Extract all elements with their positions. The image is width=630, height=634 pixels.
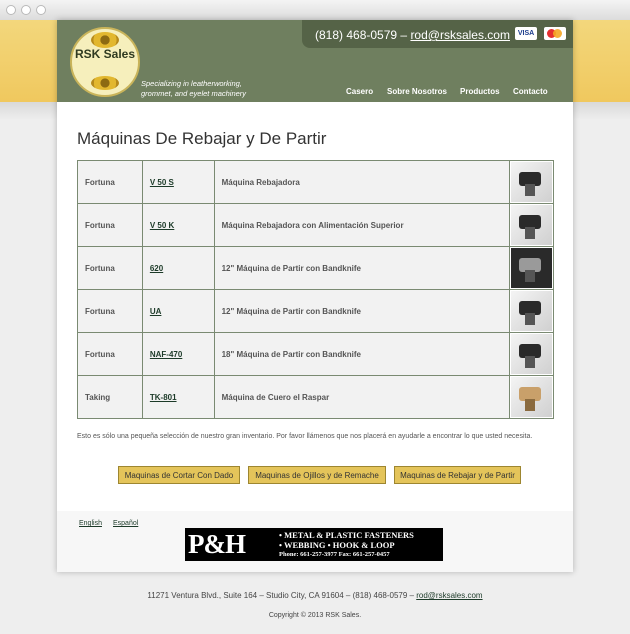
thumbnail-cell — [508, 289, 555, 333]
contact-text: (818) 468-0579 – rod@rsksales.com — [315, 28, 510, 42]
brand-cell: Taking — [77, 375, 143, 419]
minimize-window-icon[interactable] — [21, 5, 31, 15]
nav-productos[interactable]: Productos — [460, 87, 500, 96]
copyright: Copyright © 2013 RSK Sales. — [268, 612, 362, 619]
cortar-con-dado-button[interactable]: Maquinas de Cortar Con Dado — [118, 466, 240, 484]
model-link[interactable]: V 50 K — [150, 221, 174, 230]
email-link[interactable]: rod@rsksales.com — [410, 28, 510, 42]
thumbnail-cell — [508, 246, 555, 290]
brand-cell: Fortuna — [77, 332, 143, 376]
thumbnail-cell — [508, 160, 555, 204]
grommet-icon — [91, 76, 119, 90]
ojillos-remache-button[interactable]: Maquinas de Ojillos y de Remache — [248, 466, 386, 484]
description-cell: 12" Máquina de Partir con Bandknife — [213, 246, 510, 290]
brand-cell: Fortuna — [77, 160, 143, 204]
brand-cell: Fortuna — [77, 203, 143, 247]
model-link[interactable]: UA — [150, 307, 162, 316]
description-cell: 18" Máquina de Partir con Bandknife — [213, 332, 510, 376]
machine-thumbnail[interactable] — [510, 291, 552, 331]
machine-thumbnail[interactable] — [510, 334, 552, 374]
thumbnail-cell — [508, 332, 555, 376]
tagline: Specializing in leatherworking, grommet,… — [141, 79, 271, 99]
tagline-line-1: Specializing in leatherworking, — [141, 79, 242, 88]
site-logo[interactable]: RSK Sales — [70, 27, 140, 97]
site-header: RSK Sales Specializing in leatherworking… — [57, 20, 573, 102]
grommet-icon — [91, 32, 119, 48]
page-title: Máquinas De Rebajar y De Partir — [77, 129, 327, 148]
language-spanish-link[interactable]: Español — [113, 520, 138, 527]
brand-cell: Fortuna — [77, 246, 143, 290]
separator: – — [400, 28, 408, 42]
nav-sobre-nosotros[interactable]: Sobre Nosotros — [387, 87, 447, 96]
description-cell: 12" Máquina de Partir con Bandknife — [213, 289, 510, 333]
model-link[interactable]: TK-801 — [150, 393, 177, 402]
language-english-link[interactable]: English — [79, 520, 102, 527]
machine-thumbnail[interactable] — [510, 377, 552, 417]
description-cell: Máquina Rebajadora con Alimentación Supe… — [213, 203, 510, 247]
mastercard-icon — [544, 27, 566, 40]
ad-line-3: Phone: 661-257-3977 Fax: 661-257-0457 — [279, 551, 390, 558]
model-cell: NAF-470 — [141, 332, 215, 376]
phone-number: (818) 468-0579 — [315, 28, 398, 42]
maximize-window-icon[interactable] — [36, 5, 46, 15]
description-cell: Máquina Rebajadora — [213, 160, 510, 204]
model-link[interactable]: V 50 S — [150, 178, 174, 187]
browser-titlebar — [0, 0, 630, 21]
model-link[interactable]: 620 — [150, 264, 163, 273]
page-panel: RSK Sales Specializing in leatherworking… — [57, 20, 573, 572]
description-cell: Máquina de Cuero el Raspar — [213, 375, 510, 419]
machine-thumbnail[interactable] — [510, 162, 552, 202]
machine-thumbnail[interactable] — [510, 205, 552, 245]
nav-contacto[interactable]: Contacto — [513, 87, 548, 96]
tagline-line-2: grommet, and eyelet machinery — [141, 89, 247, 98]
footer-address: 11271 Ventura Blvd., Suite 164 – Studio … — [0, 591, 630, 600]
table-row: Fortuna 620 12" Máquina de Partir con Ba… — [77, 246, 555, 290]
model-cell: 620 — [141, 246, 215, 290]
table-row: Fortuna UA 12" Máquina de Partir con Ban… — [77, 289, 555, 333]
footer-email-link[interactable]: rod@rsksales.com — [416, 591, 482, 600]
brand-cell: Fortuna — [77, 289, 143, 333]
table-row: Taking TK-801 Máquina de Cuero el Raspar — [77, 375, 555, 419]
thumbnail-cell — [508, 375, 555, 419]
visa-card-icon: VISA — [515, 27, 537, 40]
logo-text: RSK Sales — [74, 47, 136, 61]
thumbnail-cell — [508, 203, 555, 247]
model-link[interactable]: NAF-470 — [150, 350, 182, 359]
address-text: 11271 Ventura Blvd., Suite 164 – Studio … — [147, 591, 414, 600]
model-cell: TK-801 — [141, 375, 215, 419]
close-window-icon[interactable] — [6, 5, 16, 15]
table-row: Fortuna V 50 S Máquina Rebajadora — [77, 160, 555, 204]
ad-logo: P&H — [188, 529, 246, 559]
model-cell: UA — [141, 289, 215, 333]
inventory-note: Esto es sólo una pequeña selección de nu… — [77, 433, 533, 440]
table-row: Fortuna V 50 K Máquina Rebajadora con Al… — [77, 203, 555, 247]
model-cell: V 50 S — [141, 160, 215, 204]
nav-casero[interactable]: Casero — [346, 87, 373, 96]
ph-fasteners-ad[interactable]: P&H • METAL & PLASTIC FASTENERS • WEBBIN… — [185, 528, 443, 561]
ad-line-1: • METAL & PLASTIC FASTENERS — [279, 530, 414, 540]
machine-thumbnail[interactable] — [510, 248, 552, 288]
ad-line-2: • WEBBING • HOOK & LOOP — [279, 540, 395, 550]
table-row: Fortuna NAF-470 18" Máquina de Partir co… — [77, 332, 555, 376]
rebajar-partir-button[interactable]: Maquinas de Rebajar y de Partir — [394, 466, 521, 484]
products-table: Fortuna V 50 S Máquina Rebajadora Fortun… — [77, 160, 555, 419]
contact-bar: (818) 468-0579 – rod@rsksales.com VISA — [302, 20, 573, 48]
model-cell: V 50 K — [141, 203, 215, 247]
